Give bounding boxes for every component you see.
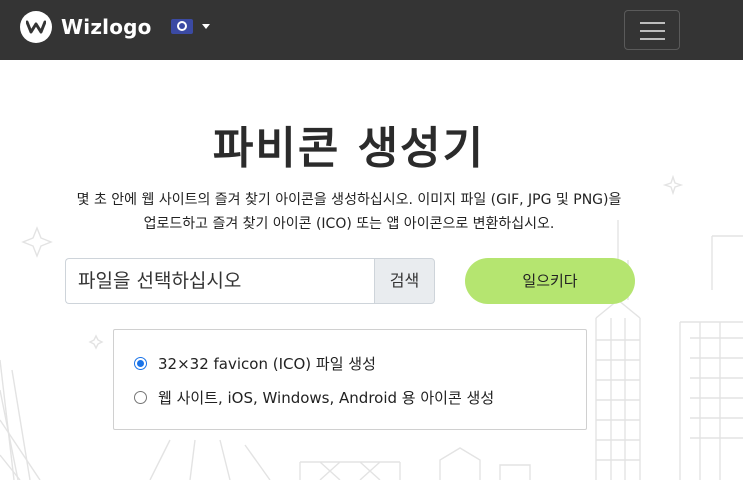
brand-logo-link[interactable]: Wizlogo xyxy=(20,11,152,43)
description-line-2: 업로드하고 즐겨 찾기 아이콘 (ICO) 또는 앱 아이콘으로 변환하십시오. xyxy=(143,216,555,232)
wizlogo-logo-icon xyxy=(20,11,52,43)
browse-button[interactable]: 검색 xyxy=(374,258,435,304)
page-title: 파비콘 생성기 xyxy=(212,123,486,174)
globe-flag-icon xyxy=(171,19,193,34)
radio-favicon-ico[interactable] xyxy=(134,357,147,370)
option-all-platform-icons[interactable]: 웹 사이트, iOS, Windows, Android 용 아이콘 생성 xyxy=(134,387,494,408)
brand-name: Wizlogo xyxy=(61,15,152,39)
radio-all-platform-icons[interactable] xyxy=(134,391,147,404)
page-description: 몇 초 안에 웹 사이트의 즐겨 찾기 아이콘을 생성하십시오. 이미지 파일 … xyxy=(0,188,698,236)
option-all-platform-icons-label: 웹 사이트, iOS, Windows, Android 용 아이콘 생성 xyxy=(158,389,495,407)
language-selector[interactable] xyxy=(171,19,210,34)
hamburger-icon xyxy=(640,22,665,24)
option-favicon-ico-label: 32×32 favicon (ICO) 파일 생성 xyxy=(158,355,376,373)
menu-toggle-button[interactable] xyxy=(624,10,680,50)
top-navbar: Wizlogo xyxy=(0,0,743,60)
chevron-down-icon xyxy=(202,24,210,29)
option-favicon-ico[interactable]: 32×32 favicon (ICO) 파일 생성 xyxy=(134,353,376,374)
file-picker-group: 파일을 선택하십시오 검색 xyxy=(65,258,435,304)
generation-options-panel: 32×32 favicon (ICO) 파일 생성 웹 사이트, iOS, Wi… xyxy=(113,329,587,430)
description-line-1: 몇 초 안에 웹 사이트의 즐겨 찾기 아이콘을 생성하십시오. 이미지 파일 … xyxy=(76,192,622,208)
generate-button[interactable]: 일으키다 xyxy=(465,258,635,304)
file-input[interactable]: 파일을 선택하십시오 xyxy=(65,258,374,304)
